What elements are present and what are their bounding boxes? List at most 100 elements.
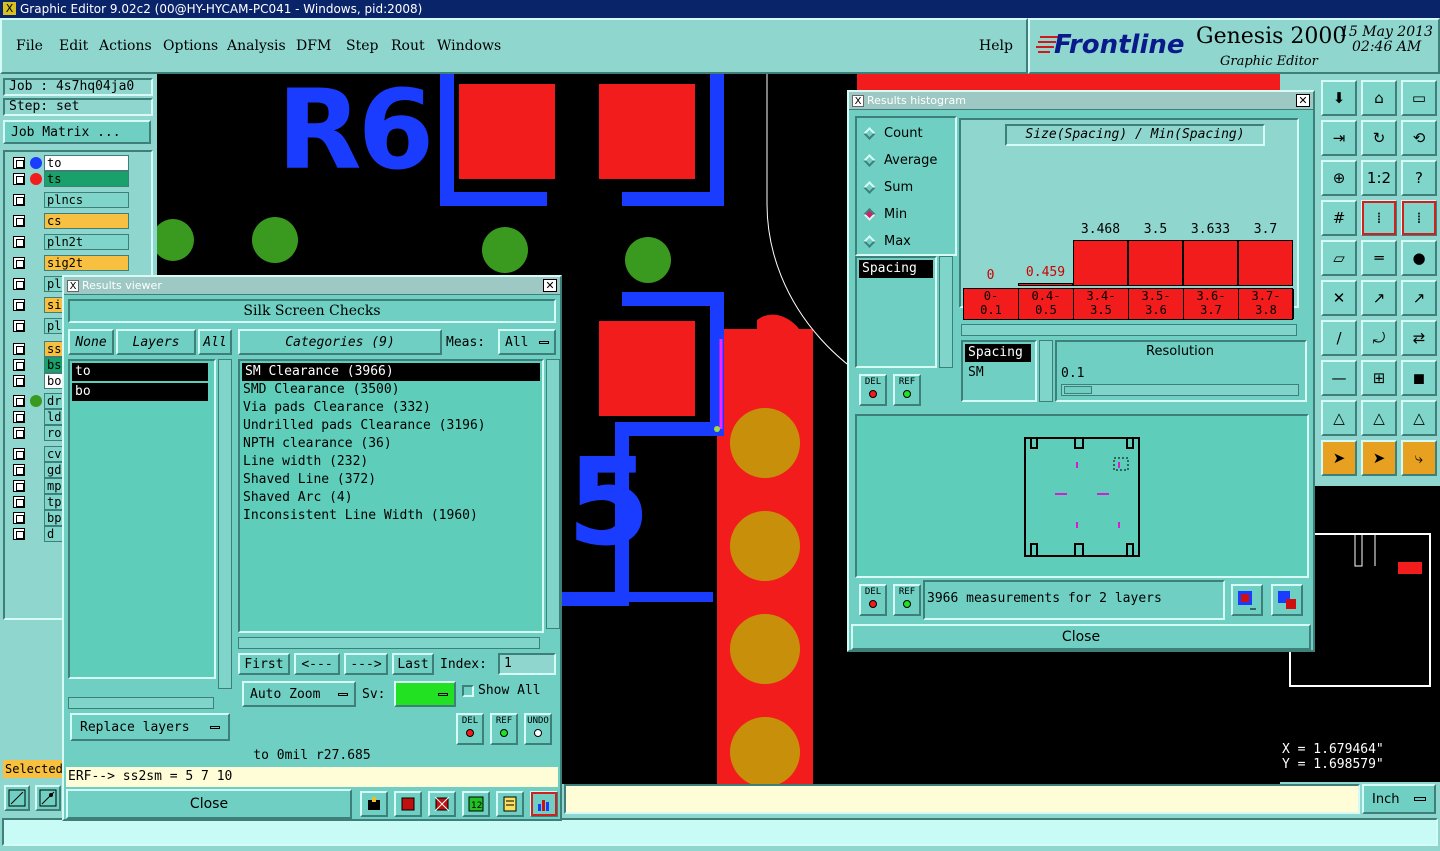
close-icon[interactable]: ✕: [1296, 94, 1310, 107]
close-icon[interactable]: ✕: [543, 279, 557, 292]
layer-checkbox[interactable]: [13, 343, 25, 355]
import-icon[interactable]: ⇥: [1321, 120, 1357, 156]
category-item[interactable]: Via pads Clearance (332): [240, 399, 542, 417]
prev-button[interactable]: <---: [294, 653, 340, 675]
pad-icon[interactable]: ●: [1401, 240, 1437, 276]
layer-results-list[interactable]: to bo: [68, 359, 216, 679]
rotate-icon[interactable]: ↻: [1361, 120, 1397, 156]
histogram-close-button[interactable]: Close: [851, 624, 1311, 650]
category-item[interactable]: NPTH clearance (36): [240, 435, 542, 453]
layer-checkbox[interactable]: [13, 359, 25, 371]
layer-checkbox[interactable]: [13, 395, 25, 407]
measure-list-scrollbar[interactable]: [939, 256, 953, 368]
menu-analysis[interactable]: Analysis: [227, 38, 286, 54]
layer-name[interactable]: plncs: [44, 192, 129, 208]
layer-row[interactable]: ts: [11, 171, 129, 187]
layer-name[interactable]: pln2t: [44, 234, 129, 250]
pointer-icon[interactable]: ➤: [1321, 440, 1357, 476]
menu-help[interactable]: Help: [979, 38, 1013, 54]
category-item[interactable]: Undrilled pads Clearance (3196): [240, 417, 542, 435]
hist-del-button[interactable]: DEL: [859, 374, 887, 406]
layer-row[interactable]: plncs: [11, 192, 129, 208]
layers-button[interactable]: Layers: [116, 329, 196, 355]
category-item[interactable]: Line width (232): [240, 453, 542, 471]
layer-result-item[interactable]: bo: [72, 383, 208, 401]
preview-del-button[interactable]: DEL: [859, 584, 887, 616]
category-item[interactable]: Inconsistent Line Width (1960): [240, 507, 542, 525]
report-icon[interactable]: [360, 791, 388, 817]
split-view-icon[interactable]: ▭: [1401, 80, 1437, 116]
mode-radio-average[interactable]: Average: [863, 153, 937, 168]
menu-edit[interactable]: Edit: [59, 38, 88, 54]
command-line[interactable]: [564, 784, 1360, 814]
layer-checkbox[interactable]: [13, 411, 25, 423]
zoom-prev-icon[interactable]: [1231, 584, 1263, 616]
layer-checkbox[interactable]: [13, 257, 25, 269]
layer-list-hscrollbar[interactable]: [68, 697, 214, 709]
triangle-2-icon[interactable]: △: [1361, 400, 1397, 436]
ratio-icon[interactable]: 1:2: [1361, 160, 1397, 196]
resolution-slider-thumb[interactable]: [1064, 386, 1092, 394]
measure-list[interactable]: Spacing: [855, 256, 937, 368]
category-item[interactable]: Shaved Line (372): [240, 471, 542, 489]
flip-icon[interactable]: ⇄: [1401, 320, 1437, 356]
cut-icon[interactable]: —: [1321, 360, 1357, 396]
cross-icon[interactable]: ✕: [1321, 280, 1357, 316]
replace-layers-select[interactable]: Replace layers: [70, 713, 230, 741]
draw-icon[interactable]: ▱: [1321, 240, 1357, 276]
layer-checkbox[interactable]: [13, 236, 25, 248]
sv-color-select[interactable]: [394, 681, 456, 707]
layer-checkbox[interactable]: [13, 427, 25, 439]
layer-checkbox[interactable]: [13, 173, 25, 185]
preview-ref-button[interactable]: REF: [893, 584, 921, 616]
layer-checkbox[interactable]: [13, 375, 25, 387]
mode-radio-min[interactable]: Min: [863, 207, 907, 222]
category-item[interactable]: Shaved Arc (4): [240, 489, 542, 507]
last-button[interactable]: Last: [392, 653, 434, 675]
layer-name[interactable]: ts: [44, 171, 129, 187]
layer-row[interactable]: sig2t: [11, 255, 129, 271]
arc-icon[interactable]: ⤾: [1361, 320, 1397, 356]
layer-name[interactable]: sig2t: [44, 255, 129, 271]
help-icon[interactable]: ?: [1401, 160, 1437, 196]
line-icon[interactable]: /: [1321, 320, 1357, 356]
connect-icon[interactable]: ⤷: [1401, 440, 1437, 476]
layer-result-item[interactable]: to: [72, 363, 208, 381]
home-icon[interactable]: ⌂: [1361, 80, 1397, 116]
measure-list-item[interactable]: Spacing: [859, 260, 933, 278]
ref-button[interactable]: REF: [490, 713, 518, 745]
menu-actions[interactable]: Actions: [99, 38, 152, 54]
category-item[interactable]: SM Clearance (3966): [242, 363, 540, 381]
zoom-area-icon[interactable]: [35, 785, 61, 811]
auto-zoom-select[interactable]: Auto Zoom: [242, 681, 356, 707]
show-all-checkbox[interactable]: [462, 685, 474, 697]
ratio-icon[interactable]: 12: [462, 791, 490, 817]
layer-checkbox[interactable]: [13, 464, 25, 476]
shape-icon[interactable]: ◼: [1401, 360, 1437, 396]
snap-icon[interactable]: ⟲: [1401, 120, 1437, 156]
layer-checkbox[interactable]: [13, 278, 25, 290]
menu-dfm[interactable]: DFM: [296, 38, 331, 54]
layer-checkbox[interactable]: [13, 299, 25, 311]
mode-radio-sum[interactable]: Sum: [863, 180, 913, 195]
layer-checkbox[interactable]: [13, 448, 25, 460]
mode-radio-max[interactable]: Max: [863, 234, 911, 249]
measure-icon[interactable]: ⊞: [1361, 360, 1397, 396]
layer-checkbox[interactable]: [13, 496, 25, 508]
layer-checkbox[interactable]: [13, 194, 25, 206]
meas-type-scrollbar[interactable]: [1039, 340, 1053, 402]
pointer-2-icon[interactable]: ➤: [1361, 440, 1397, 476]
categories-button[interactable]: Categories (9): [238, 329, 442, 355]
menu-file[interactable]: File: [16, 38, 43, 54]
category-list-scrollbar[interactable]: [546, 359, 560, 629]
meas-type-item[interactable]: Spacing: [965, 344, 1031, 362]
histogram-icon[interactable]: [530, 791, 558, 817]
meas-type-item[interactable]: SM: [965, 364, 1033, 382]
exclude-icon[interactable]: [428, 791, 456, 817]
layer-checkbox[interactable]: [13, 320, 25, 332]
feature-select-2-icon[interactable]: ⁞: [1401, 200, 1437, 236]
triangle-icon[interactable]: △: [1321, 400, 1357, 436]
menu-options[interactable]: Options: [163, 38, 218, 54]
highlight-icon[interactable]: [394, 791, 422, 817]
ruler-icon[interactable]: ═: [1361, 240, 1397, 276]
